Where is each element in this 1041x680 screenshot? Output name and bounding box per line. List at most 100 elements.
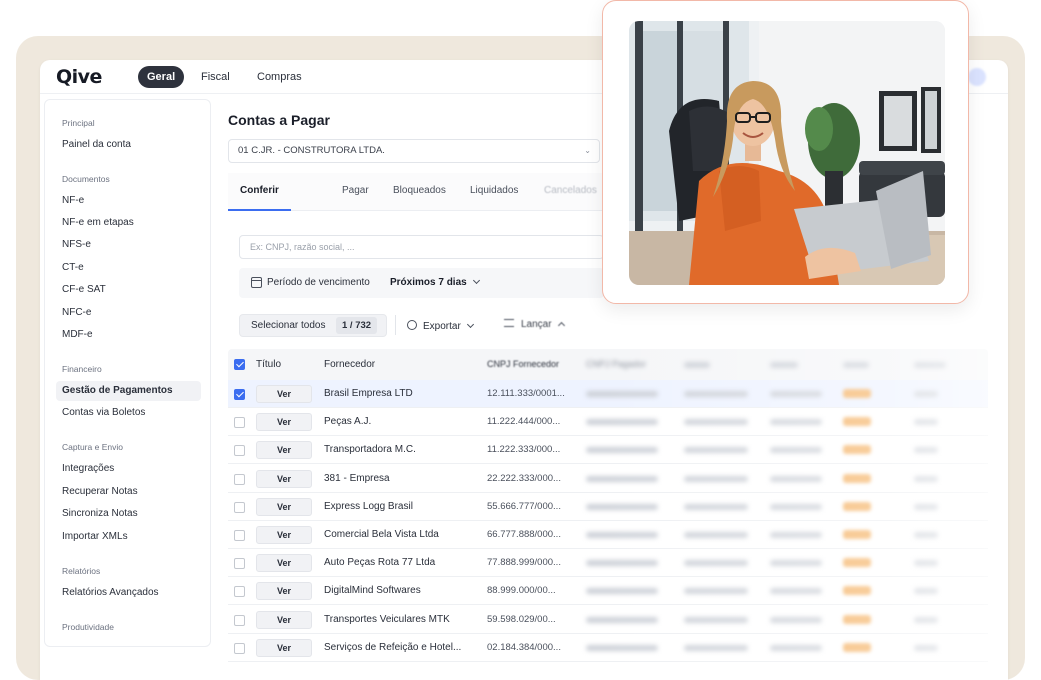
supplier-name: DigitalMind Softwares [324,585,421,597]
blurred-cell [770,475,822,482]
column-titulo: Título [256,359,282,370]
sidebar-item-nfse[interactable]: NFS-e [62,235,200,255]
supplier-cnpj: 77.888.999/000... [487,557,561,569]
row-checkbox[interactable] [234,389,245,400]
tab-liquidados[interactable]: Liquidados [470,185,518,196]
launch-button[interactable]: Lançar [504,319,565,330]
blurred-cell [586,616,658,623]
blurred-cell [770,391,822,397]
blurred-cell [586,644,658,651]
table-row[interactable]: Ver Transportadora M.C. 11.222.333/000... [228,436,988,465]
user-avatar[interactable] [968,68,986,86]
company-select[interactable]: 01 C.JR. - CONSTRUTORA LTDA. ⌄ [228,139,600,163]
column-cnpj-fornecedor: CNPJ Fornecedor [487,359,560,369]
nav-tab-compras[interactable]: Compras [248,66,311,88]
nav-tab-fiscal[interactable]: Fiscal [192,66,239,88]
supplier-cnpj: 11.222.333/000... [487,444,561,456]
tab-cancelados[interactable]: Cancelados [544,185,597,196]
select-all-checkbox[interactable] [234,359,245,370]
filter-value[interactable]: Próximos 7 dias [390,276,480,288]
sidebar-item-cfe-sat[interactable]: CF-e SAT [62,280,200,300]
tab-pagar[interactable]: Pagar [342,185,369,196]
view-button[interactable]: Ver [256,638,312,657]
photo-card [602,0,969,304]
view-button[interactable]: Ver [256,554,312,573]
blurred-cell [684,560,748,567]
view-button[interactable]: Ver [256,526,312,544]
sidebar-item-sincroniza-notas[interactable]: Sincroniza Notas [62,504,200,524]
sidebar-item-importar-xmls[interactable]: Importar XMLs [62,527,200,547]
view-button[interactable]: Ver [256,413,312,432]
table-row[interactable]: Ver DigitalMind Softwares 88.999.000/00... [228,577,988,606]
blurred-cell [914,419,938,426]
blurred-cell [586,447,658,454]
status-badge [843,445,871,455]
blurred-cell [914,588,938,595]
search-input[interactable]: Ex: CNPJ, razão social, ... [239,235,604,259]
row-checkbox[interactable] [234,417,245,429]
sidebar-group-principal: Principal [62,118,95,128]
chevron-down-icon: ⌄ [584,146,591,155]
view-button[interactable]: Ver [256,469,312,488]
sidebar-item-painel-da-conta[interactable]: Painel da conta [62,135,200,155]
table-row[interactable]: Ver Serviços de Refeição e Hotel... 02.184… [228,634,988,662]
sidebar-item-nfe-etapas[interactable]: NF-e em etapas [62,213,200,233]
supplier-cnpj: 88.999.000/00... [487,585,556,597]
blurred-cell [684,616,748,623]
status-badge [843,501,871,511]
table-row[interactable]: Ver Comercial Bela Vista Ltda 66.777.888/0… [228,521,988,549]
nav-tab-geral[interactable]: Geral [138,66,185,88]
blurred-cell [586,391,658,397]
supplier-cnpj: 55.666.777/000... [487,500,561,512]
sidebar-item-nfe[interactable]: NF-e [62,191,200,211]
export-button[interactable]: Exportar [407,319,474,332]
row-checkbox[interactable] [234,586,245,598]
sidebar-item-nfce[interactable]: NFC-e [62,303,200,323]
blurred-cell [684,475,748,482]
status-tabs: Conferir Pagar Bloqueados Liquidados Can… [228,173,604,211]
sidebar-item-gestao-pagamentos[interactable]: Gestão de Pagamentos [56,381,201,401]
blurred-cell [770,588,822,595]
select-all-button[interactable]: Selecionar todos 1 / 732 [239,314,387,337]
sidebar-item-integracoes[interactable]: Integrações [62,459,200,479]
table-row[interactable]: Ver 381 - Empresa 22.222.333/000... [228,465,988,493]
table-row[interactable]: Ver Express Logg Brasil 55.666.777/000... [228,493,988,521]
tab-conferir[interactable]: Conferir [240,185,279,196]
view-button[interactable]: Ver [256,441,312,460]
table-row[interactable]: Ver Auto Peças Rota 77 Ltda 77.888.999/000… [228,549,988,578]
blurred-cell [770,447,822,454]
row-checkbox[interactable] [234,530,245,541]
sidebar-item-cte[interactable]: CT-e [62,258,200,278]
view-button[interactable]: Ver [256,497,312,516]
row-checkbox[interactable] [234,445,245,457]
row-checkbox[interactable] [234,501,245,513]
sidebar-item-mdfe[interactable]: MDF-e [62,325,200,345]
row-checkbox[interactable] [234,614,245,626]
blurred-cell [586,560,658,567]
table-row[interactable]: Ver Transportes Veiculares MTK 59.598.029/… [228,606,988,634]
view-button[interactable]: Ver [256,385,312,403]
tab-bloqueados[interactable]: Bloqueados [393,185,446,196]
table-row[interactable]: Ver Brasil Empresa LTD 12.111.333/0001... [228,380,988,408]
blurred-cell [914,391,938,397]
select-all-label: Selecionar todos [251,320,326,331]
supplier-cnpj: 66.777.888/000... [487,529,561,540]
filter-label: Período de vencimento [267,277,370,288]
view-button[interactable]: Ver [256,610,312,629]
supplier-cnpj: 12.111.333/0001... [487,388,565,399]
sidebar-group-financeiro: Financeiro [62,364,102,374]
supplier-name: Comercial Bela Vista Ltda [324,529,439,540]
sidebar-item-contas-boletos[interactable]: Contas via Boletos [62,403,200,423]
view-button[interactable]: Ver [256,582,312,601]
supplier-name: Serviços de Refeição e Hotel... [324,641,462,653]
sidebar-item-relatorios-avancados[interactable]: Relatórios Avançados [62,583,200,603]
table-row[interactable]: Ver Peças A.J. 11.222.444/000... [228,408,988,437]
row-checkbox[interactable] [234,558,245,570]
due-period-filter[interactable]: Período de vencimento Próximos 7 dias [239,268,604,298]
row-checkbox[interactable] [234,642,245,654]
gear-icon [407,320,417,330]
calendar-icon [251,277,262,288]
row-checkbox[interactable] [234,473,245,485]
sidebar-item-recuperar-notas[interactable]: Recuperar Notas [62,482,200,502]
office-woman-photo [629,21,945,285]
